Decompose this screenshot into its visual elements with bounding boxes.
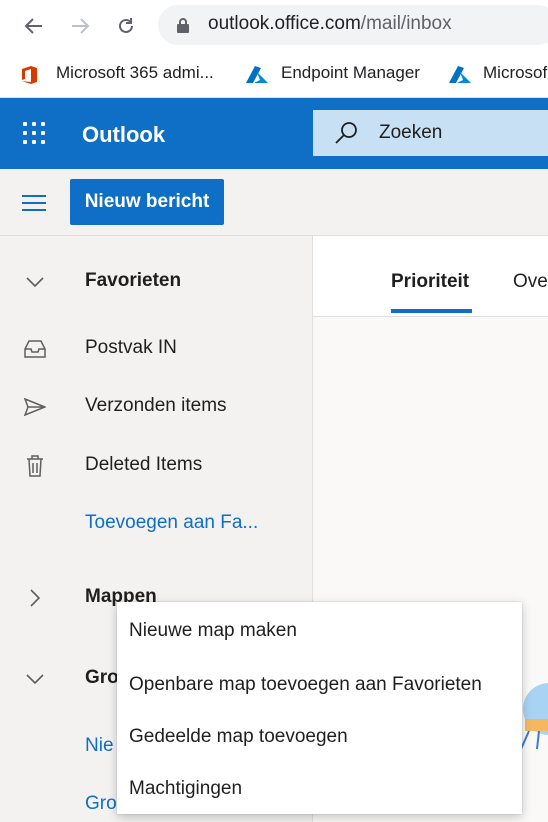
search-placeholder: Zoeken: [379, 122, 443, 143]
inbox-icon: [22, 336, 48, 362]
arrow-right-icon[interactable]: [64, 10, 96, 42]
search-input[interactable]: Zoeken: [313, 110, 548, 156]
app-title[interactable]: Outlook: [82, 122, 165, 148]
folders-context-menu: Nieuwe map maken Openbare map toevoegen …: [117, 602, 522, 814]
command-bar: Nieuw bericht: [0, 169, 548, 236]
azure-logo-icon: [448, 66, 472, 89]
menu-item-label: Openbare map toevoegen aan Favorieten: [129, 674, 482, 695]
hamburger-menu-icon[interactable]: [22, 195, 46, 211]
tab-focused[interactable]: Prioriteit: [391, 271, 469, 293]
bookmarks-bar: Microsoft 365 admi... Endpoint Manager M…: [0, 51, 548, 98]
new-message-button[interactable]: Nieuw bericht: [70, 179, 224, 225]
favorites-label: Favorieten: [85, 270, 182, 291]
nav-item-label: Verzonden items: [85, 395, 227, 416]
url-path: /mail/inbox: [360, 13, 452, 34]
add-to-favorites-label: Toevoegen aan Fa...: [85, 512, 259, 533]
menu-item-permissions[interactable]: Machtigingen: [117, 762, 522, 814]
menu-item-label: Nieuwe map maken: [129, 620, 297, 641]
active-tab-indicator: [391, 309, 472, 313]
menu-item-label: Machtigingen: [129, 778, 243, 799]
bookmark-microsoft-365-admin[interactable]: Microsoft 365 admi...: [56, 63, 214, 83]
url-text[interactable]: outlook.office.com/mail/inbox: [208, 13, 452, 35]
nav-item-label: Postvak IN: [85, 337, 177, 358]
nav-favorites-header[interactable]: Favorieten: [0, 257, 312, 307]
bookmark-microsoft[interactable]: Microsof: [483, 63, 547, 83]
bookmark-endpoint-manager[interactable]: Endpoint Manager: [281, 63, 420, 83]
chevron-down-icon[interactable]: [22, 666, 48, 692]
app-header: Outlook Zoeken: [0, 98, 548, 169]
nav-item-inbox[interactable]: Postvak IN: [0, 324, 312, 374]
tab-other[interactable]: Ove: [513, 271, 548, 293]
office-logo-icon: [21, 65, 38, 90]
pivot-bar: Prioriteit Ove: [313, 236, 548, 317]
arrow-left-icon[interactable]: [18, 10, 50, 42]
nav-item-deleted[interactable]: Deleted Items: [0, 441, 312, 491]
new-group-label: Nie: [85, 735, 114, 756]
url-host: outlook.office.com: [208, 13, 361, 34]
chevron-down-icon[interactable]: [22, 269, 48, 295]
azure-logo-icon: [245, 66, 269, 89]
app-launcher-icon[interactable]: [23, 122, 45, 144]
menu-item-new-folder[interactable]: Nieuwe map maken: [117, 604, 522, 656]
browser-toolbar: outlook.office.com/mail/inbox: [0, 0, 548, 51]
add-to-favorites-link[interactable]: Toevoegen aan Fa...: [0, 499, 312, 549]
lock-icon[interactable]: [176, 17, 190, 39]
menu-item-label: Gedeelde map toevoegen: [129, 726, 348, 747]
send-icon: [22, 394, 48, 420]
reload-icon[interactable]: [110, 10, 142, 42]
search-icon: [333, 121, 359, 150]
trash-icon: [22, 453, 48, 479]
menu-item-add-shared-folder[interactable]: Gedeelde map toevoegen: [117, 710, 522, 762]
menu-item-add-public-folder[interactable]: Openbare map toevoegen aan Favorieten: [117, 658, 522, 710]
groups-label: Gro: [85, 667, 119, 688]
nav-item-label: Deleted Items: [85, 454, 203, 475]
nav-item-sent[interactable]: Verzonden items: [0, 382, 312, 432]
chevron-right-icon[interactable]: [22, 585, 48, 611]
